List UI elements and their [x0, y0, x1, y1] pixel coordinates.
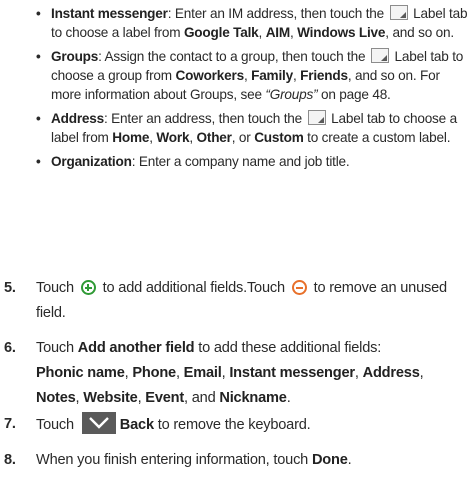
- field-name: Website: [83, 390, 138, 406]
- label-tab-icon: [370, 48, 389, 63]
- field-name: Phonic name: [36, 365, 125, 381]
- done-label: Done: [311, 452, 348, 468]
- step-number: 7.: [4, 416, 16, 432]
- step-number: 6.: [4, 340, 16, 356]
- bullet-groups: Groups: Assign the contact to a group, t…: [36, 47, 468, 104]
- groups-cross-reference[interactable]: “Groups”: [265, 87, 317, 102]
- minus-circle-icon: [291, 280, 307, 295]
- keyboard-back-icon: [81, 412, 116, 434]
- plus-circle-icon: [80, 280, 96, 295]
- bullet-instant-messenger: Instant messenger: Enter an IM address, …: [36, 4, 468, 42]
- bullet-organization: Organization: Enter a company name and j…: [36, 152, 468, 171]
- additional-fields-list: Phonic name, Phone, Email, Instant messe…: [36, 365, 424, 406]
- manual-page: Instant messenger: Enter an IM address, …: [0, 0, 472, 497]
- term-instant-messenger: Instant messenger: [51, 6, 168, 21]
- label-tab-icon: [389, 5, 408, 20]
- add-another-field-label: Add another field: [77, 340, 195, 356]
- field-name: Event: [145, 390, 185, 406]
- step-number: 5.: [4, 280, 16, 296]
- field-name: Email: [183, 365, 222, 381]
- term-organization: Organization: [51, 154, 132, 169]
- field-name: Nickname: [219, 390, 287, 406]
- field-name: Notes: [36, 390, 76, 406]
- field-name: Instant messenger: [229, 365, 355, 381]
- step-number: 8.: [4, 452, 16, 468]
- term-address: Address: [51, 111, 104, 126]
- contact-field-bullets: Instant messenger: Enter an IM address, …: [36, 4, 468, 176]
- bullet-address: Address: Enter an address, then touch th…: [36, 109, 468, 147]
- label-tab-icon: [307, 110, 326, 125]
- field-name: Phone: [132, 365, 176, 381]
- back-label: Back: [119, 417, 154, 433]
- term-groups: Groups: [51, 49, 99, 64]
- field-name: Address: [362, 365, 420, 381]
